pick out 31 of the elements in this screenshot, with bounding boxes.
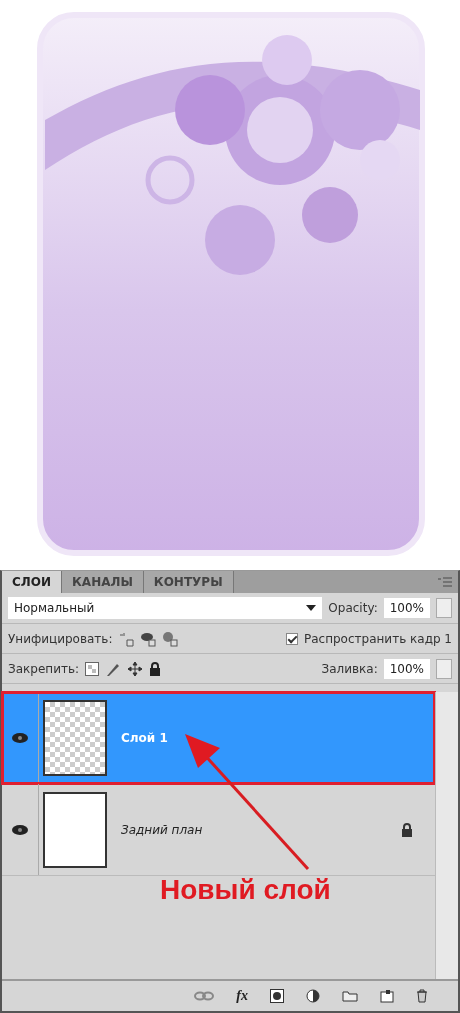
lock-icon[interactable]	[149, 661, 162, 676]
opacity-field[interactable]: 100%	[383, 598, 430, 618]
unify-visibility-icon[interactable]	[140, 630, 157, 647]
unify-style-icon[interactable]	[162, 630, 179, 647]
mask-icon[interactable]	[270, 989, 284, 1003]
fill-label: Заливка:	[321, 661, 378, 676]
trash-icon[interactable]	[416, 989, 428, 1003]
layer-row[interactable]: Задний план	[2, 784, 435, 876]
propagate-label: Распространить кадр 1	[303, 631, 452, 646]
adjustment-icon[interactable]	[306, 989, 320, 1003]
opacity-label: Opacity:	[328, 601, 378, 615]
fill-slider-button[interactable]	[436, 658, 452, 679]
move-icon[interactable]	[127, 660, 144, 677]
eye-icon[interactable]	[11, 731, 29, 744]
unify-label: Унифицировать:	[8, 631, 113, 646]
folder-icon[interactable]	[342, 990, 358, 1002]
new-layer-icon[interactable]	[380, 989, 394, 1003]
annotation-text: Новый слой	[160, 874, 331, 906]
fx-button[interactable]: fx	[236, 988, 248, 1004]
blend-mode-dropdown[interactable]: Нормальный	[8, 597, 323, 619]
lock-transparency-icon[interactable]	[85, 661, 100, 676]
panel-tab[interactable]: КАНАЛЫ	[62, 571, 144, 593]
propagate-checkbox[interactable]	[285, 632, 298, 645]
panel-tab[interactable]: КОНТУРЫ	[143, 571, 234, 593]
scrollbar[interactable]	[435, 692, 458, 979]
panel-tab[interactable]: СЛОИ	[2, 571, 63, 593]
layer-name[interactable]: Задний план	[121, 822, 203, 837]
opacity-slider-button[interactable]	[436, 598, 452, 618]
eye-icon[interactable]	[11, 823, 29, 836]
lock-label: Закрепить:	[8, 661, 80, 676]
fill-field[interactable]: 100%	[383, 658, 430, 679]
